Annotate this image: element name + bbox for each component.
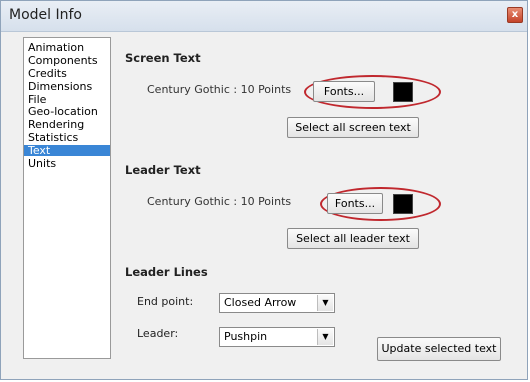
- screen-text-color-swatch[interactable]: [393, 82, 413, 102]
- category-item-text[interactable]: Text: [24, 145, 110, 157]
- model-info-window: Model Info x Animation Components Credit…: [0, 0, 528, 380]
- select-all-leader-text-button[interactable]: Select all leader text: [287, 228, 419, 249]
- category-item-dimensions[interactable]: Dimensions: [24, 81, 110, 92]
- category-item-geo-location[interactable]: Geo-location: [24, 106, 110, 117]
- window-title: Model Info: [9, 7, 82, 23]
- dialog-content: Animation Components Credits Dimensions …: [7, 37, 523, 373]
- leader-label: Leader:: [137, 327, 179, 340]
- leader-text-heading: Leader Text: [125, 163, 201, 177]
- leader-text-font-info: Century Gothic : 10 Points: [147, 195, 292, 208]
- end-point-select[interactable]: Closed Arrow ▼: [219, 293, 335, 313]
- select-all-screen-text-button[interactable]: Select all screen text: [287, 117, 419, 138]
- chevron-down-icon: ▼: [317, 295, 333, 311]
- screen-text-fonts-button[interactable]: Fonts...: [313, 81, 375, 102]
- update-selected-text-button[interactable]: Update selected text: [377, 337, 501, 361]
- leader-text-fonts-button[interactable]: Fonts...: [327, 193, 383, 214]
- end-point-label: End point:: [137, 295, 194, 308]
- category-item-statistics[interactable]: Statistics: [24, 132, 110, 143]
- close-button[interactable]: x: [507, 7, 523, 23]
- leader-lines-heading: Leader Lines: [125, 265, 208, 279]
- chevron-down-icon: ▼: [317, 329, 333, 345]
- title-bar[interactable]: Model Info x: [1, 1, 527, 32]
- end-point-value: Closed Arrow: [224, 296, 297, 309]
- category-item-file[interactable]: File: [24, 94, 110, 105]
- screen-text-font-info: Century Gothic : 10 Points: [147, 83, 292, 96]
- category-item-rendering[interactable]: Rendering: [24, 119, 110, 130]
- category-item-animation[interactable]: Animation: [24, 42, 110, 53]
- settings-panel: Screen Text Century Gothic : 10 Points F…: [117, 37, 517, 367]
- leader-value: Pushpin: [224, 330, 268, 343]
- category-item-components[interactable]: Components: [24, 55, 110, 66]
- screen-text-heading: Screen Text: [125, 51, 201, 65]
- category-item-credits[interactable]: Credits: [24, 68, 110, 79]
- leader-text-color-swatch[interactable]: [393, 194, 413, 214]
- close-icon: x: [511, 9, 519, 20]
- category-item-units[interactable]: Units: [24, 158, 110, 169]
- category-list: Animation Components Credits Dimensions …: [23, 37, 111, 359]
- leader-select[interactable]: Pushpin ▼: [219, 327, 335, 347]
